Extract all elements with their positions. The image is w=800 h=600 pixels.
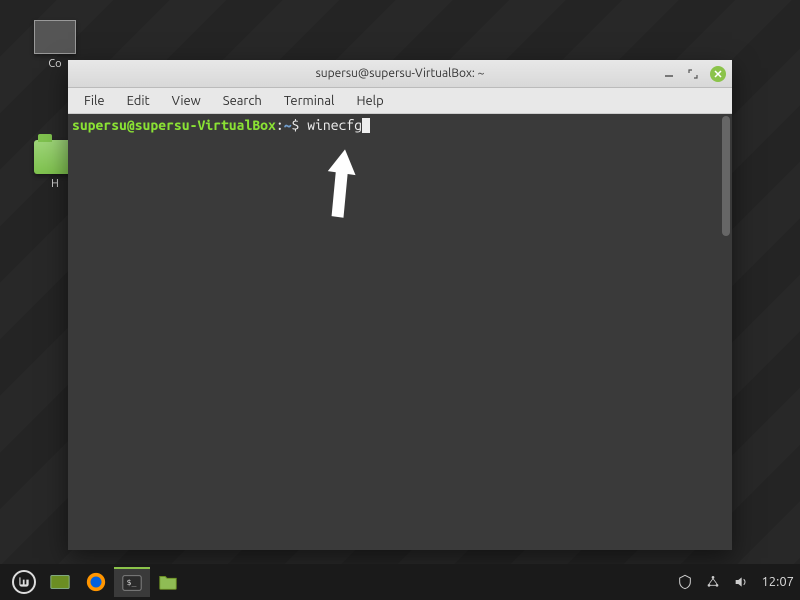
taskbar: $_ 12:07 bbox=[0, 564, 800, 600]
menu-help[interactable]: Help bbox=[346, 91, 393, 111]
svg-text:$_: $_ bbox=[127, 577, 137, 587]
window-titlebar[interactable]: supersu@supersu-VirtualBox: ~ bbox=[68, 60, 732, 88]
prompt-path: ~ bbox=[284, 117, 292, 133]
tray-network-icon[interactable] bbox=[705, 574, 721, 590]
terminal-icon: $_ bbox=[121, 572, 143, 594]
terminal-menubar: File Edit View Search Terminal Help bbox=[68, 88, 732, 114]
tray-volume-icon[interactable] bbox=[733, 574, 749, 590]
terminal-body[interactable]: supersu@supersu-VirtualBox:~$ winecfg bbox=[68, 114, 732, 550]
start-menu-button[interactable] bbox=[6, 567, 42, 597]
menu-view[interactable]: View bbox=[162, 91, 211, 111]
prompt-command: winecfg bbox=[307, 117, 362, 133]
terminal-prompt-line: supersu@supersu-VirtualBox:~$ winecfg bbox=[72, 116, 728, 134]
close-button[interactable] bbox=[710, 66, 726, 82]
computer-icon bbox=[34, 20, 76, 54]
menu-search[interactable]: Search bbox=[213, 91, 272, 111]
taskbar-clock[interactable]: 12:07 bbox=[761, 575, 794, 589]
prompt-user-host: supersu@supersu-VirtualBox bbox=[72, 117, 276, 133]
terminal-window: supersu@supersu-VirtualBox: ~ File Edit … bbox=[68, 60, 732, 550]
minimize-button[interactable] bbox=[662, 67, 676, 81]
folder-icon bbox=[157, 571, 179, 593]
window-title: supersu@supersu-VirtualBox: ~ bbox=[316, 67, 485, 80]
firefox-icon bbox=[85, 571, 107, 593]
tray-shield-icon[interactable] bbox=[677, 574, 693, 590]
mint-logo-icon bbox=[12, 570, 36, 594]
taskbar-terminal[interactable]: $_ bbox=[114, 567, 150, 597]
prompt-separator: : bbox=[276, 117, 284, 133]
terminal-scrollbar[interactable] bbox=[722, 116, 730, 236]
menu-file[interactable]: File bbox=[74, 91, 115, 111]
desktop-icon bbox=[49, 571, 71, 593]
taskbar-files[interactable] bbox=[150, 567, 186, 597]
taskbar-firefox[interactable] bbox=[78, 567, 114, 597]
taskbar-show-desktop[interactable] bbox=[42, 567, 78, 597]
menu-edit[interactable]: Edit bbox=[117, 91, 160, 111]
terminal-cursor bbox=[362, 118, 370, 133]
prompt-symbol: $ bbox=[292, 117, 300, 133]
menu-terminal[interactable]: Terminal bbox=[274, 91, 345, 111]
maximize-button[interactable] bbox=[686, 67, 700, 81]
